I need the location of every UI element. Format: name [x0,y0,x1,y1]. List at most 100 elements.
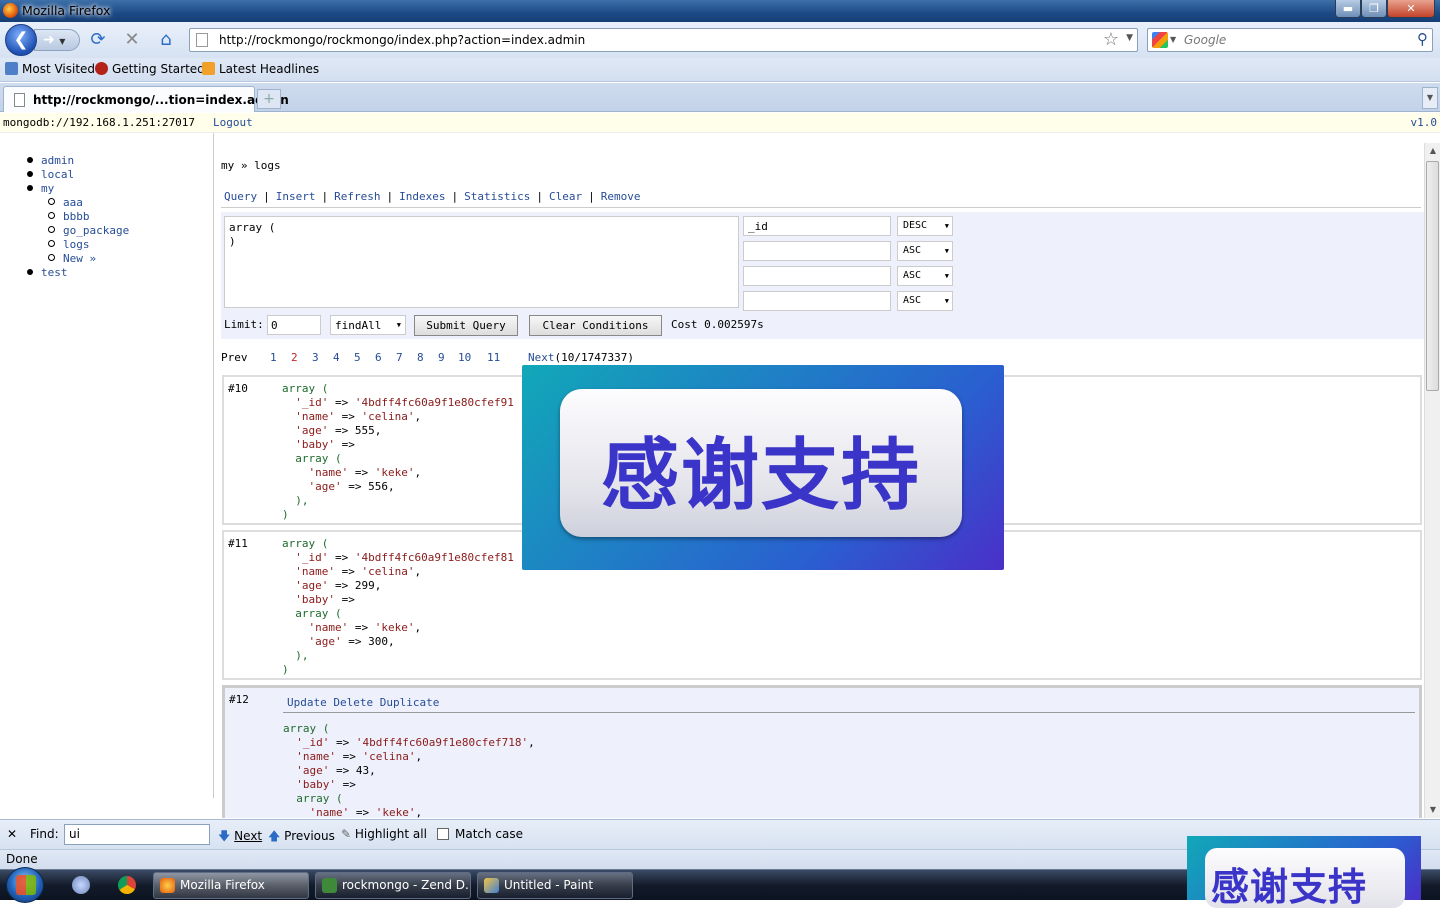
prev-link[interactable]: Prev [221,351,248,364]
submit-query-button[interactable]: Submit Query [414,315,518,336]
taskbar-zend[interactable]: rockmongo - Zend D... [315,872,471,899]
chevron-down-icon: ▼ [944,272,949,280]
sort-field-3[interactable] [743,266,891,286]
page-link[interactable]: 4 [333,351,340,364]
find-input[interactable]: ui [64,824,210,845]
stop-icon: ✕ [124,29,140,50]
next-link[interactable]: Next [528,351,555,364]
url-text[interactable]: http://rockmongo/rockmongo/index.php?act… [219,33,585,47]
banner-panel: 感谢支持 [1205,848,1405,909]
op-refresh[interactable]: Refresh [334,190,380,203]
url-bar[interactable]: http://rockmongo/rockmongo/index.php?act… [189,28,1138,52]
op-query[interactable]: Query [224,190,257,203]
db-link[interactable]: local [41,168,74,181]
page-link[interactable]: 6 [375,351,382,364]
stop-button[interactable]: ✕ [121,29,143,51]
search-engine-dropdown-icon[interactable]: ▼ [1170,35,1176,44]
sidebar-db-my: my [27,182,54,196]
page-link[interactable]: 7 [396,351,403,364]
search-bar[interactable]: ▼ Google ⚲ [1147,28,1433,52]
page-link[interactable]: 8 [417,351,424,364]
clear-conditions-button[interactable]: Clear Conditions [529,315,662,336]
scroll-up-icon[interactable]: ▲ [1425,143,1440,159]
duplicate-link[interactable]: Duplicate [380,696,440,709]
op-indexes[interactable]: Indexes [399,190,445,203]
bookmark-latest-headlines[interactable]: Latest Headlines [202,62,319,76]
bookmark-most-visited[interactable]: Most Visited [5,62,95,76]
sort-order-2[interactable]: ASC ▼ [897,241,953,261]
update-link[interactable]: Update [287,696,327,709]
match-case-checkbox[interactable]: Match case [437,827,523,841]
google-icon[interactable] [1152,32,1168,48]
collection-link[interactable]: go_package [63,224,129,237]
tab-rockmongo[interactable]: http://rockmongo/...tion=index.admin [3,86,289,112]
collection-link[interactable]: logs [63,238,90,251]
sort-order-1[interactable]: DESC ▼ [897,216,953,236]
highlight-all-button[interactable]: ✎ Highlight all [341,827,427,841]
show-desktop-icon[interactable] [72,876,90,894]
op-statistics[interactable]: Statistics [464,190,530,203]
tab-list-dropdown-icon[interactable]: ▼ [1422,87,1438,109]
chevron-down-icon: ▼ [944,247,949,255]
highlighter-icon: ✎ [341,827,352,841]
taskbar-paint[interactable]: Untitled - Paint [477,872,633,899]
logout-link[interactable]: Logout [213,113,253,132]
page-link[interactable]: 9 [438,351,445,364]
bullet-icon [27,171,33,177]
taskbar-firefox[interactable]: Mozilla Firefox [153,872,309,899]
home-button[interactable]: ⌂ [155,29,177,51]
sort-order-4[interactable]: ASC ▼ [897,291,953,311]
forward-button[interactable]: ➜ ▼ [34,29,80,51]
limit-input[interactable]: 0 [267,315,321,335]
sort-field-4[interactable] [743,291,891,311]
page-link[interactable]: 5 [354,351,361,364]
sort-order-3[interactable]: ASC ▼ [897,266,953,286]
history-dropdown-icon[interactable]: ▼ [59,37,65,46]
page-link[interactable]: 11 [487,351,500,364]
op-insert[interactable]: Insert [276,190,316,203]
search-placeholder[interactable]: Google [1184,33,1226,47]
maximize-button[interactable]: ❐ [1361,0,1387,18]
collection-link[interactable]: bbbb [63,210,90,223]
db-link[interactable]: test [41,266,68,279]
sort-field-2[interactable] [743,241,891,261]
delete-link[interactable]: Delete [333,696,373,709]
new-collection-link[interactable]: New » [63,252,96,265]
getting-started-icon [95,62,108,75]
op-remove[interactable]: Remove [601,190,641,203]
find-mode-select[interactable]: findAll ▼ [330,315,406,335]
back-button[interactable]: ❮ [5,24,37,56]
collection-operations: Query | Insert | Refresh | Indexes | Statistics |… [221,190,1421,208]
close-window-button[interactable]: ✕ [1387,0,1435,18]
windows-logo-icon [16,875,36,895]
scrollbar-thumb[interactable] [1426,161,1439,391]
chrome-icon[interactable] [118,876,136,894]
bookmark-getting-started[interactable]: Getting Started [95,62,205,76]
find-next-button[interactable]: 🡇 Next [218,827,262,848]
find-next-label: Next [234,829,263,843]
reload-button[interactable]: ⟳ [87,29,109,51]
criteria-textarea[interactable]: array ( ) [224,216,739,308]
collection-link[interactable]: aaa [63,196,83,209]
vertical-scrollbar[interactable]: ▲ ▼ [1424,143,1440,818]
version-link[interactable]: v1.0 [1411,113,1438,132]
db-link[interactable]: admin [41,154,74,167]
page-link[interactable]: 1 [270,351,277,364]
page-link[interactable]: 10 [458,351,471,364]
chevron-down-icon: ▼ [944,222,949,230]
db-link[interactable]: my [41,182,54,195]
bookmark-star-icon[interactable]: ☆ [1103,29,1119,50]
op-clear[interactable]: Clear [549,190,582,203]
sort-field-1[interactable]: _id [743,216,891,236]
search-icon[interactable]: ⚲ [1417,30,1428,48]
start-button[interactable] [6,867,44,903]
url-dropdown-icon[interactable]: ▼ [1126,33,1133,43]
find-previous-button[interactable]: 🡅 Previous [268,827,335,848]
query-form: array ( ) _id DESC ▼ ASC ▼ ASC ▼ ASC ▼ Limit… [221,212,1424,339]
minimize-button[interactable]: ▬ [1335,0,1361,18]
status-text: Done [6,852,38,866]
new-tab-button[interactable]: + [257,89,281,109]
scroll-down-icon[interactable]: ▼ [1425,802,1440,818]
close-findbar-icon[interactable]: ✕ [7,827,17,841]
page-link[interactable]: 3 [312,351,319,364]
